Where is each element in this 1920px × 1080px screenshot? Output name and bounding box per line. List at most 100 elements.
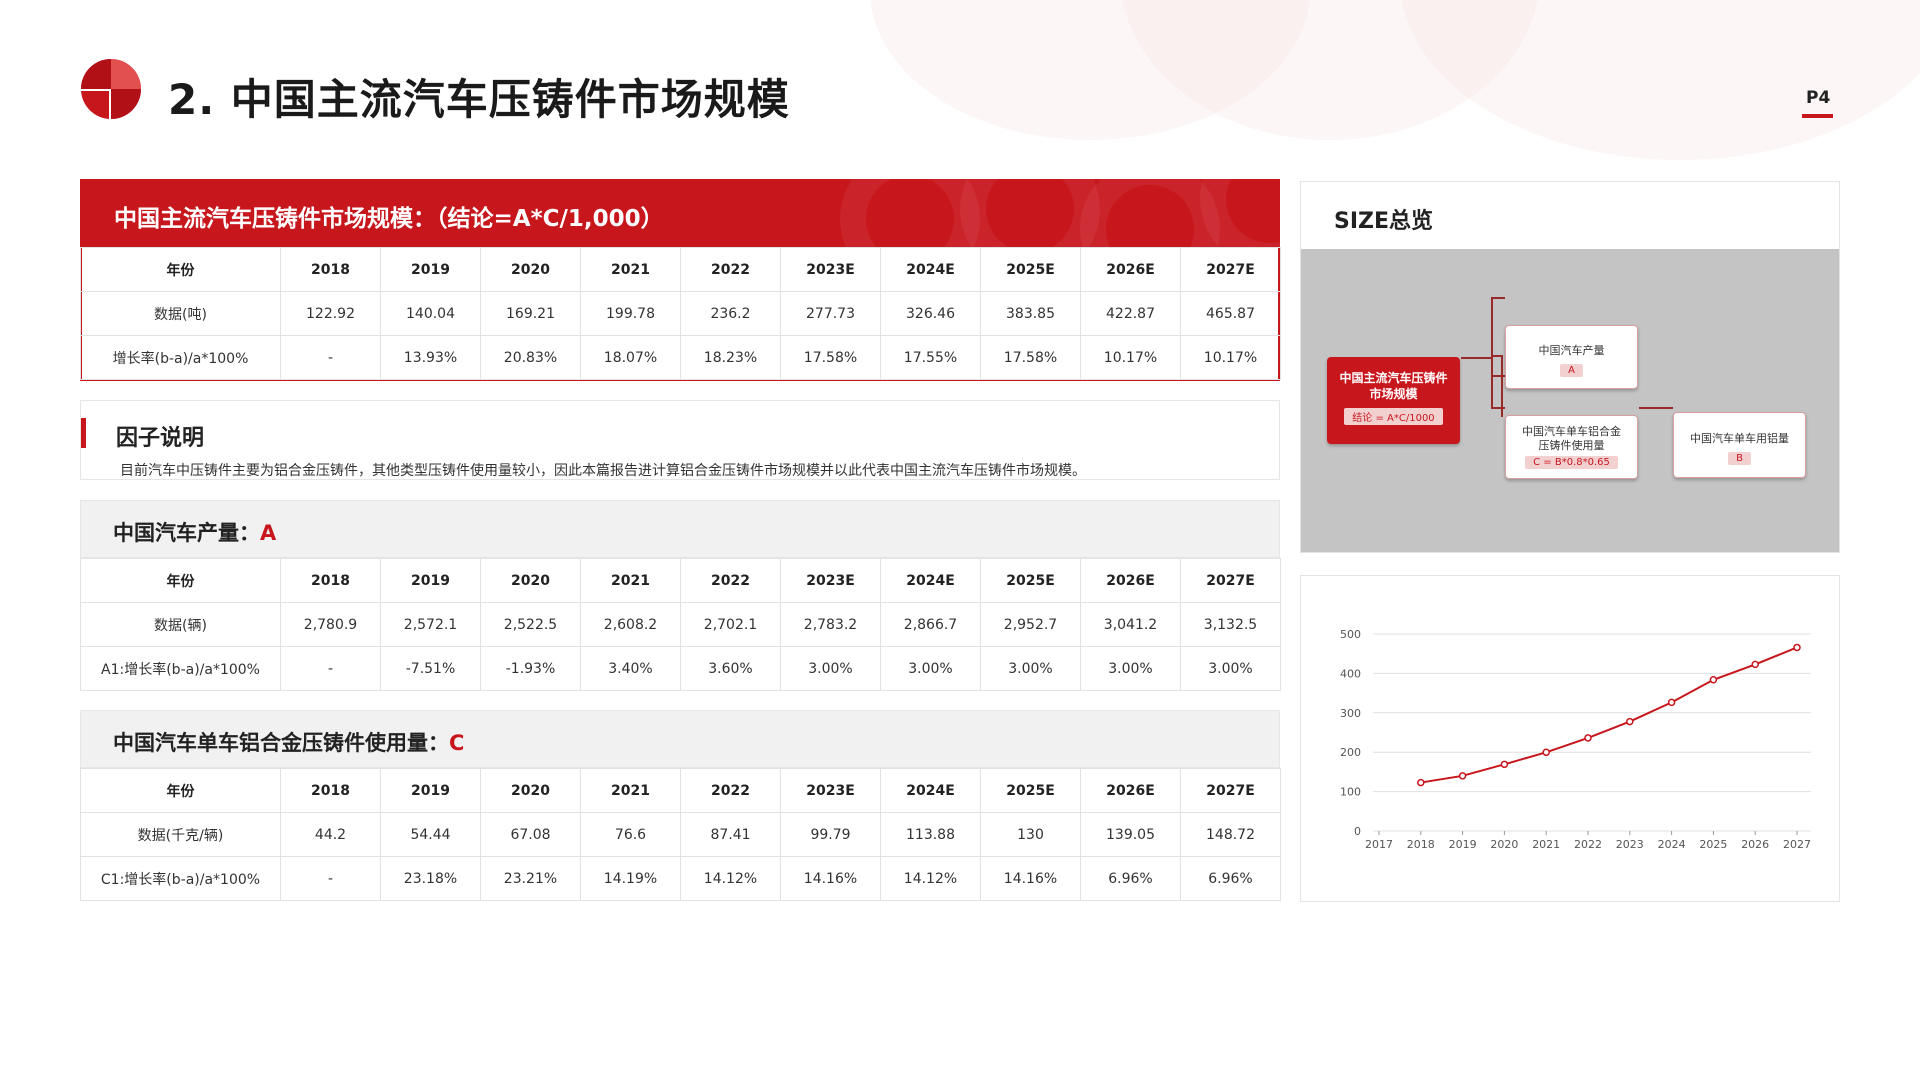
table-cell: 6.96% xyxy=(1080,856,1181,901)
table-cell: 140.04 xyxy=(380,291,481,336)
table-cell: 2027E xyxy=(1180,768,1281,813)
table-cell: 3.00% xyxy=(980,646,1081,691)
table-row: 数据(辆) 2,780.9 2,572.1 2,522.5 2,608.2 2,… xyxy=(80,602,1281,647)
data-point xyxy=(1709,676,1718,684)
connector-line xyxy=(1491,297,1493,409)
market-size-node: 中国主流汽车压铸件市场规模 结论 = A*C/1000 xyxy=(1327,357,1460,444)
table-cell: 87.41 xyxy=(680,812,781,857)
table-cell: 3.60% xyxy=(680,646,781,691)
table-cell: 67.08 xyxy=(480,812,581,857)
usage-node-label: 中国汽车单车铝合金压铸件使用量 xyxy=(1522,425,1621,452)
usage-accent: C xyxy=(449,731,465,755)
table-cell: 3.00% xyxy=(1080,646,1181,691)
series-line xyxy=(1420,646,1798,784)
y-tick-label: 500 xyxy=(1340,628,1361,641)
table-cell: 2,608.2 xyxy=(580,602,681,647)
usage-node: 中国汽车单车铝合金压铸件使用量 C = B*0.8*0.65 xyxy=(1505,415,1638,479)
x-tick-label: 2027 xyxy=(1783,838,1811,851)
table-cell: 2023E xyxy=(780,558,881,603)
market-size-chart-panel: 0 100 200 300 400 500 2017 2018 2019 2020 2021 2022… xyxy=(1300,575,1840,902)
table-cell: 6.96% xyxy=(1180,856,1281,901)
size-diagram: 中国主流汽车压铸件市场规模 结论 = A*C/1000 中国汽车产量 A 中国汽… xyxy=(1301,249,1839,552)
data-point xyxy=(1458,772,1467,780)
table-cell: 130 xyxy=(980,812,1081,857)
y-tick-label: 200 xyxy=(1340,746,1361,759)
production-node-label: 中国汽车产量 xyxy=(1538,344,1605,357)
company-logo xyxy=(81,59,141,119)
table-cell: 44.2 xyxy=(280,812,381,857)
table-row: 数据(千克/辆) 44.2 54.44 67.08 76.6 87.41 99.… xyxy=(80,812,1281,857)
table-cell: 2,780.9 xyxy=(280,602,381,647)
usage-header: 中国汽车单车铝合金压铸件使用量：C xyxy=(80,710,1280,768)
data-point xyxy=(1751,660,1759,669)
table-cell: 2025E xyxy=(980,558,1081,603)
table-cell: 2024E xyxy=(880,768,981,813)
connector-line xyxy=(1491,297,1505,299)
table-cell: 2024E xyxy=(880,558,981,603)
table-cell: - xyxy=(280,335,381,380)
usage-node-tag: C = B*0.8*0.65 xyxy=(1525,456,1618,469)
production-header: 中国汽车产量：A xyxy=(80,500,1280,558)
table-cell: 20.83% xyxy=(480,335,581,380)
table-row: C1:增长率(b-a)/a*100% - 23.18% 23.21% 14.19… xyxy=(80,856,1281,901)
size-overview-title: SIZE总览 xyxy=(1334,209,1434,234)
table-cell: 2018 xyxy=(280,768,381,813)
table-cell: 18.07% xyxy=(580,335,681,380)
table-cell: 2019 xyxy=(380,768,481,813)
table-cell: 2024E xyxy=(880,247,981,292)
table-cell: 326.46 xyxy=(880,291,981,336)
x-tick-label: 2020 xyxy=(1490,838,1518,851)
x-tick-label: 2021 xyxy=(1532,838,1560,851)
x-tick-label: 2025 xyxy=(1699,838,1727,851)
table-cell: 2027E xyxy=(1180,558,1281,603)
table-cell: 13.93% xyxy=(380,335,481,380)
y-tick-label: 300 xyxy=(1340,707,1361,720)
table-cell: 增长率(b-a)/a*100% xyxy=(80,335,281,380)
table-cell: 2021 xyxy=(580,768,681,813)
data-point xyxy=(1417,778,1425,787)
y-tick-label: 400 xyxy=(1340,667,1361,680)
market-size-table: 年份 2018 2019 2020 2021 2022 2023E 2024E … xyxy=(80,247,1281,380)
table-cell: - xyxy=(280,646,381,691)
data-point xyxy=(1542,748,1550,757)
table-cell: 2019 xyxy=(380,558,481,603)
table-cell: 3.00% xyxy=(880,646,981,691)
production-node: 中国汽车产量 A xyxy=(1505,325,1638,389)
table-cell: 113.88 xyxy=(880,812,981,857)
aluminum-node-tag: B xyxy=(1728,452,1751,465)
table-cell: 18.23% xyxy=(680,335,781,380)
table-cell: 2018 xyxy=(280,247,381,292)
y-tick-label: 100 xyxy=(1340,786,1361,799)
table-cell: 2,783.2 xyxy=(780,602,881,647)
x-tick-label: 2017 xyxy=(1365,838,1393,851)
table-cell: 422.87 xyxy=(1080,291,1181,336)
aluminum-node-label: 中国汽车单车用铝量 xyxy=(1690,432,1789,445)
table-cell: 122.92 xyxy=(280,291,381,336)
x-tick-label: 2023 xyxy=(1616,838,1644,851)
table-cell: 14.12% xyxy=(880,856,981,901)
table-cell: 23.21% xyxy=(480,856,581,901)
market-size-title: 中国主流汽车压铸件市场规模：（结论=A*C/1,000） xyxy=(114,206,664,232)
table-cell: 2021 xyxy=(580,247,681,292)
usage-table: 年份 2018 2019 2020 2021 2022 2023E 2024E … xyxy=(80,768,1281,901)
table-cell: 数据(千克/辆) xyxy=(80,812,281,857)
y-tick-label: 0 xyxy=(1354,825,1361,838)
table-cell: 2027E xyxy=(1180,247,1281,292)
table-cell: 383.85 xyxy=(980,291,1081,336)
table-cell: 10.17% xyxy=(1180,335,1281,380)
table-row: 年份 2018 2019 2020 2021 2022 2023E 2024E … xyxy=(80,768,1281,813)
table-cell: C1:增长率(b-a)/a*100% xyxy=(80,856,281,901)
connector-line xyxy=(1461,357,1491,359)
table-cell: 3.00% xyxy=(1180,646,1281,691)
aluminum-node: 中国汽车单车用铝量 B xyxy=(1673,412,1806,478)
data-point xyxy=(1500,760,1509,769)
table-cell: 14.16% xyxy=(780,856,881,901)
table-row: A1:增长率(b-a)/a*100% - -7.51% -1.93% 3.40%… xyxy=(80,646,1281,691)
table-cell: 2,866.7 xyxy=(880,602,981,647)
table-row: 增长率(b-a)/a*100% - 13.93% 20.83% 18.07% 1… xyxy=(80,335,1281,380)
data-point xyxy=(1667,698,1676,707)
table-cell: 236.2 xyxy=(680,291,781,336)
table-cell: 2022 xyxy=(680,768,781,813)
table-cell: 2,572.1 xyxy=(380,602,481,647)
x-tick-label: 2026 xyxy=(1741,838,1769,851)
